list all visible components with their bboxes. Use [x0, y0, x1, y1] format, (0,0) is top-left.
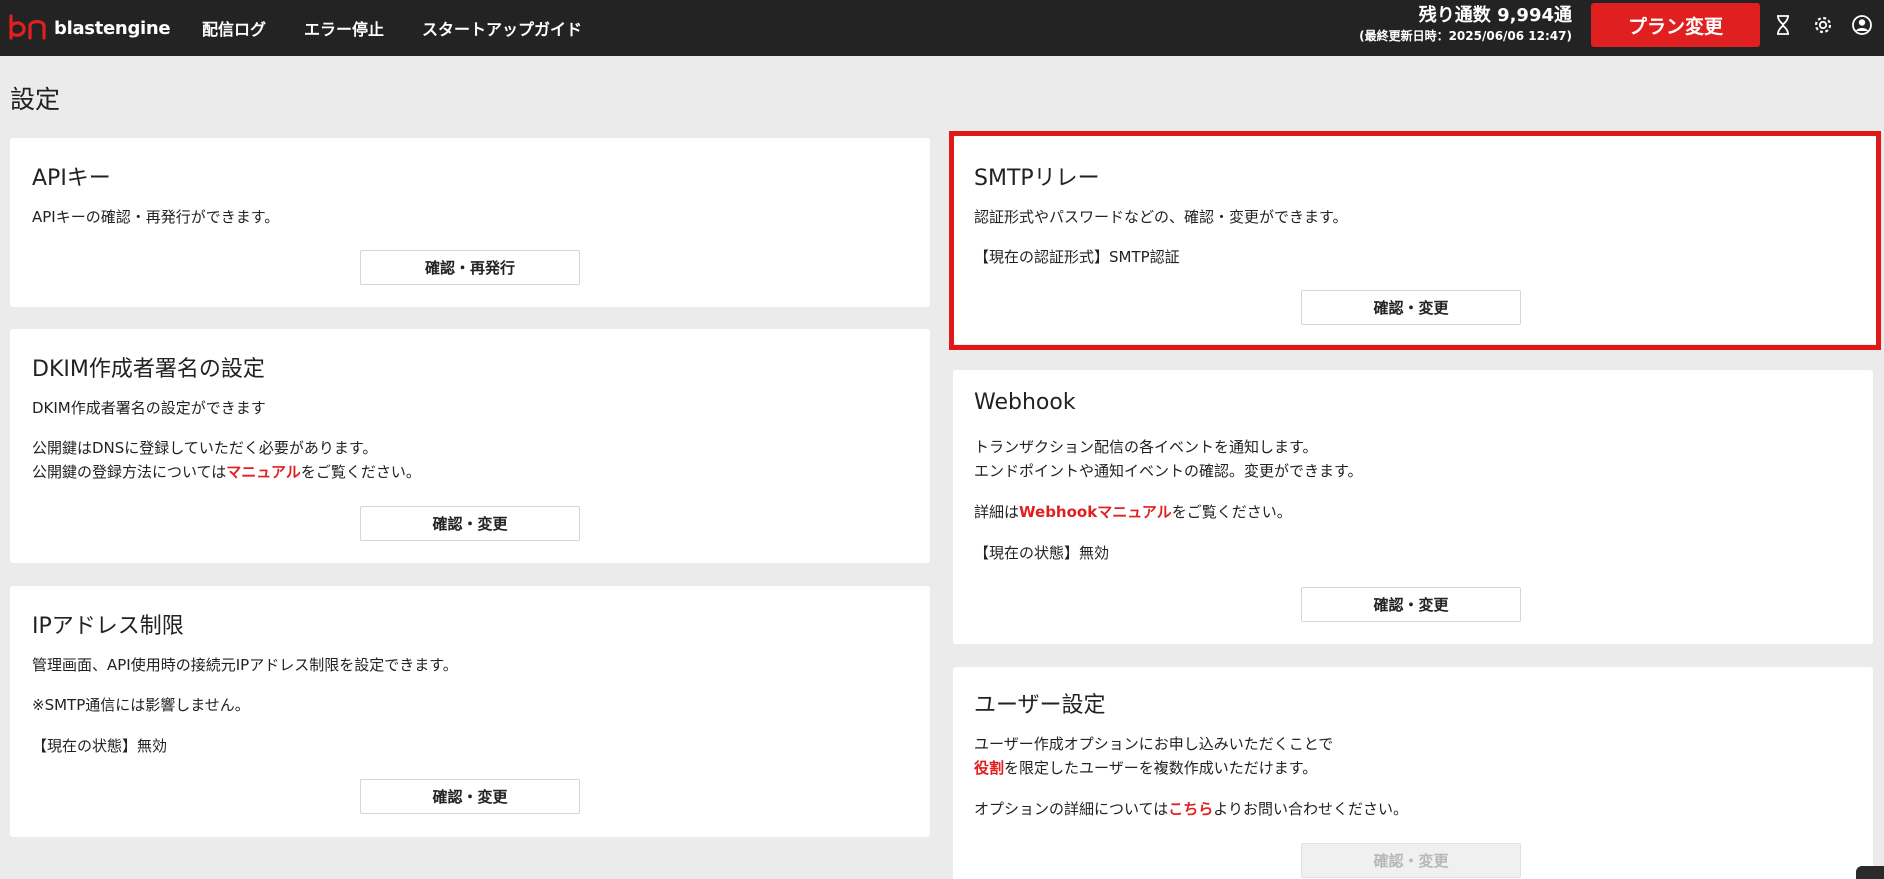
user-option: オプションの詳細についてはこちらよりお問い合わせください。 — [974, 797, 1408, 821]
webhook-confirm-button[interactable]: 確認・変更 — [1301, 587, 1521, 622]
plan-change-button[interactable]: プラン変更 — [1591, 3, 1760, 47]
dkim-manual-link[interactable]: マニュアル — [226, 463, 301, 481]
smtp-title: SMTPリレー — [974, 166, 1100, 191]
dkim-line2: 公開鍵の登録方法についてはマニュアルをご覧ください。 — [32, 460, 421, 484]
user-settings-card: ユーザー設定 ユーザー作成オプションにお申し込みいただくことで 役割を限定したユ… — [953, 667, 1873, 879]
logo-icon — [9, 14, 46, 40]
api-key-reissue-button[interactable]: 確認・再発行 — [360, 250, 580, 285]
webhook-line2: エンドポイントや通知イベントの確認。変更ができます。 — [974, 462, 1363, 480]
dkim-title: DKIM作成者署名の設定 — [32, 357, 265, 382]
remaining-count: 残り通数 9,994通 (最終更新日時：2025/06/06 12:47) — [1359, 4, 1572, 44]
ip-restriction-card: IPアドレス制限 管理画面、API使用時の接続元IPアドレス制限を設定できます。… — [10, 586, 930, 837]
webhook-detail: 詳細はWebhookマニュアルをご覧ください。 — [974, 500, 1292, 524]
remaining-main: 残り通数 9,994通 — [1418, 5, 1572, 26]
user-option-post: よりお問い合わせください。 — [1213, 800, 1408, 818]
smtp-relay-card: SMTPリレー 認証形式やパスワードなどの、確認・変更ができます。 【現在の認証… — [953, 136, 1877, 344]
api-key-title: APIキー — [32, 166, 111, 191]
user-icon[interactable] — [1850, 12, 1874, 38]
smtp-confirm-button[interactable]: 確認・変更 — [1301, 290, 1521, 325]
contact-link[interactable]: こちら — [1168, 800, 1213, 818]
user-line1: ユーザー作成オプションにお申し込みいただくことで — [974, 735, 1334, 753]
webhook-status: 【現在の状態】無効 — [974, 544, 1110, 562]
ip-confirm-button[interactable]: 確認・変更 — [360, 779, 580, 814]
api-key-card: APIキー APIキーの確認・再発行ができます。 確認・再発行 — [10, 138, 930, 307]
api-key-desc: APIキーの確認・再発行ができます。 — [32, 208, 280, 226]
webhook-detail-pre: 詳細は — [974, 503, 1020, 521]
user-confirm-button[interactable]: 確認・変更 — [1301, 843, 1521, 878]
logo[interactable]: blastengine — [8, 12, 171, 44]
dkim-line1: 公開鍵はDNSに登録していただく必要があります。 — [32, 439, 378, 457]
smtp-desc: 認証形式やパスワードなどの、確認・変更ができます。 — [974, 208, 1348, 226]
chat-widget-icon[interactable] — [1856, 866, 1884, 879]
logo-text: blastengine — [54, 17, 171, 39]
ip-note: ※SMTP通信には影響しません。 — [32, 696, 250, 714]
user-title: ユーザー設定 — [974, 693, 1106, 718]
dkim-desc: DKIM作成者署名の設定ができます — [32, 399, 266, 417]
user-option-pre: オプションの詳細については — [974, 800, 1169, 818]
webhook-manual-link[interactable]: Webhookマニュアル — [1019, 503, 1172, 521]
user-line2: 役割を限定したユーザーを複数作成いただけます。 — [974, 756, 1317, 780]
webhook-line1: トランザクション配信の各イベントを通知します。 — [974, 438, 1318, 456]
last-updated: (最終更新日時：2025/06/06 12:47) — [1359, 29, 1572, 43]
nav-delivery-log[interactable]: 配信ログ — [202, 16, 266, 40]
nav-error-stop[interactable]: エラー停止 — [304, 16, 384, 40]
ip-title: IPアドレス制限 — [32, 614, 184, 639]
page-title: 設定 — [10, 85, 61, 114]
main-nav: 配信ログ エラー停止 スタートアップガイド — [202, 0, 582, 56]
dkim-line2-post: をご覧ください。 — [300, 463, 421, 481]
ip-desc: 管理画面、API使用時の接続元IPアドレス制限を設定できます。 — [32, 656, 458, 674]
nav-startup-guide[interactable]: スタートアップガイド — [422, 16, 582, 40]
gear-icon[interactable] — [1811, 12, 1835, 38]
webhook-card: Webhook トランザクション配信の各イベントを通知します。 エンドポイントや… — [953, 370, 1873, 644]
webhook-detail-post: をご覧ください。 — [1171, 503, 1292, 521]
dkim-confirm-button[interactable]: 確認・変更 — [360, 506, 580, 541]
top-bar: blastengine 配信ログ エラー停止 スタートアップガイド 残り通数 9… — [0, 0, 1884, 56]
dkim-card: DKIM作成者署名の設定 DKIM作成者署名の設定ができます 公開鍵はDNSに登… — [10, 329, 930, 563]
role-link[interactable]: 役割 — [974, 759, 1004, 777]
hourglass-icon[interactable] — [1771, 12, 1795, 38]
webhook-title: Webhook — [974, 390, 1076, 415]
ip-status: 【現在の状態】無効 — [32, 737, 168, 755]
dkim-line2-pre: 公開鍵の登録方法については — [32, 463, 227, 481]
smtp-status: 【現在の認証形式】SMTP認証 — [974, 248, 1180, 266]
user-line2-post: を限定したユーザーを複数作成いただけます。 — [1004, 759, 1318, 777]
